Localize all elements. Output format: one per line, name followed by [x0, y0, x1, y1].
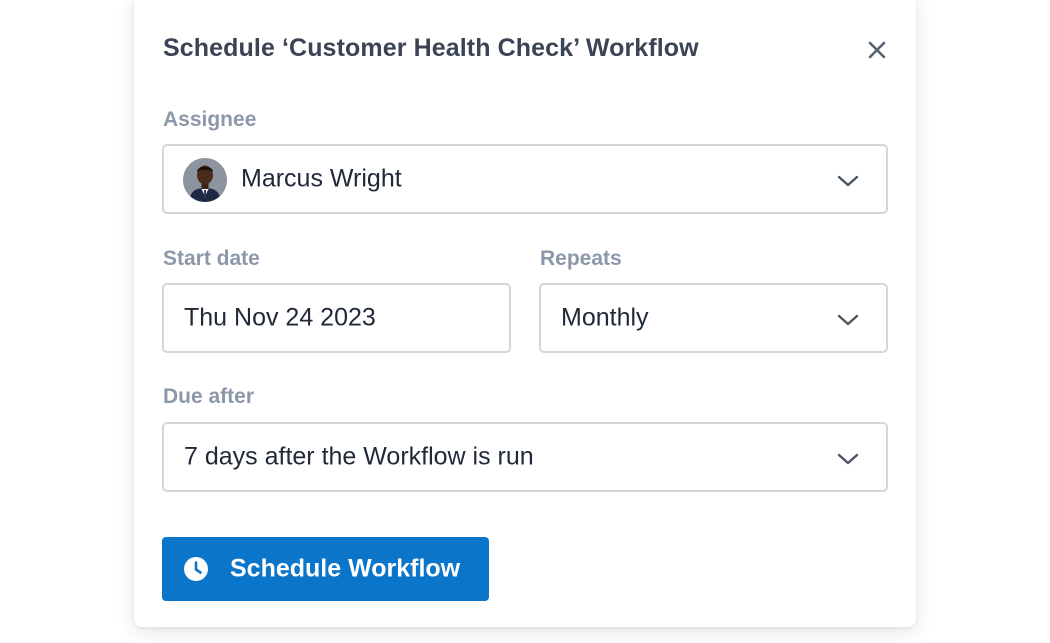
schedule-workflow-button[interactable]: Schedule Workflow	[162, 537, 489, 601]
repeats-label: Repeats	[540, 247, 622, 270]
schedule-workflow-label: Schedule Workflow	[230, 554, 461, 583]
close-icon[interactable]	[864, 37, 890, 63]
start-date-label: Start date	[163, 247, 260, 270]
assignee-label: Assignee	[163, 108, 257, 131]
due-after-select[interactable]: 7 days after the Workflow is run	[162, 422, 888, 492]
dialog-title: Schedule ‘Customer Health Check’ Workflo…	[163, 34, 699, 62]
chevron-down-icon	[837, 314, 859, 326]
assignee-value: Marcus Wright	[241, 164, 402, 193]
chevron-down-icon	[837, 175, 859, 187]
start-date-value: Thu Nov 24 2023	[184, 303, 376, 332]
due-after-label: Due after	[163, 385, 255, 408]
repeats-value: Monthly	[561, 303, 649, 332]
chevron-down-icon	[837, 453, 859, 465]
close-button[interactable]	[864, 37, 890, 63]
due-after-value: 7 days after the Workflow is run	[184, 442, 534, 471]
assignee-select[interactable]: Marcus Wright	[162, 144, 888, 214]
start-date-field[interactable]: Thu Nov 24 2023	[162, 283, 511, 353]
schedule-workflow-dialog: Schedule ‘Customer Health Check’ Workflo…	[134, 0, 916, 627]
clock-icon	[184, 557, 208, 581]
avatar	[183, 158, 227, 202]
repeats-select[interactable]: Monthly	[539, 283, 888, 353]
